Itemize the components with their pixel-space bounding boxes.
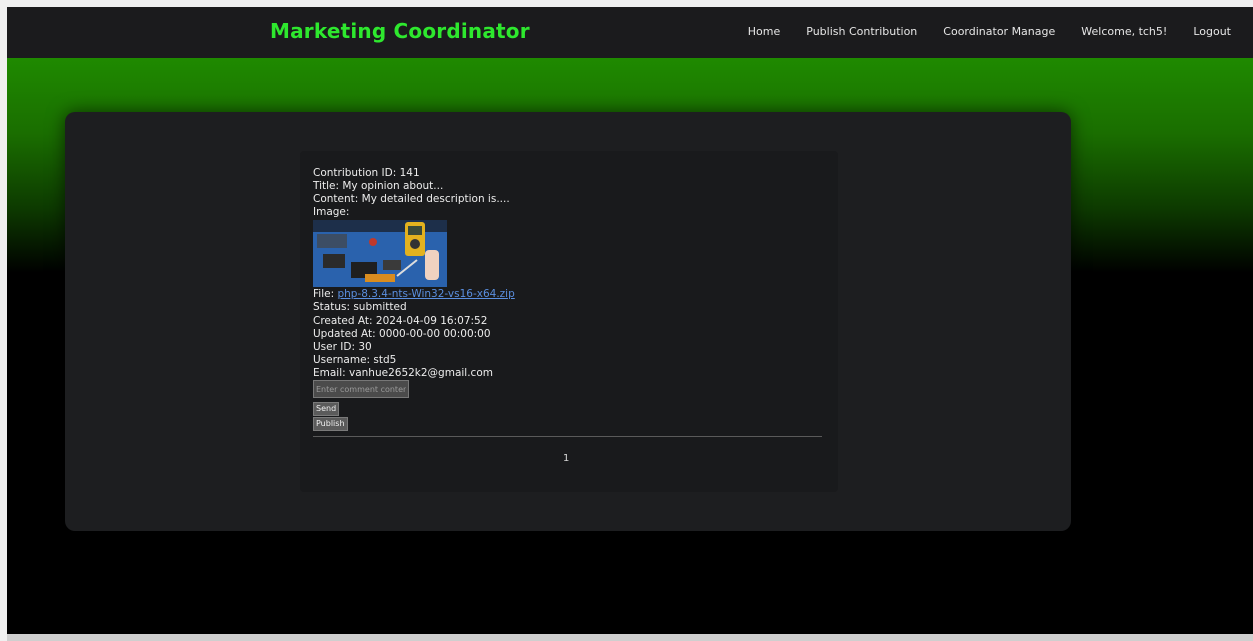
contribution-status: Status: submitted bbox=[313, 301, 407, 314]
contribution-title: Title: My opinion about... bbox=[313, 180, 444, 193]
comment-input[interactable] bbox=[313, 380, 409, 399]
contribution-id: Contribution ID: 141 bbox=[313, 167, 420, 179]
nav-home-link[interactable]: Home bbox=[748, 25, 780, 38]
nav-coordinator-manage-link[interactable]: Coordinator Manage bbox=[943, 25, 1055, 38]
file-label: File: bbox=[313, 288, 338, 301]
pagination-page-1[interactable]: 1 bbox=[563, 453, 569, 464]
nav-publish-contribution-link[interactable]: Publish Contribution bbox=[806, 25, 917, 38]
contribution-email: Email: vanhue2652k2@gmail.com bbox=[313, 366, 493, 379]
contribution-updated-at: Updated At: 0000-00-00 00:00:00 bbox=[313, 327, 491, 340]
nav-links: Home Publish Contribution Coordinator Ma… bbox=[748, 25, 1231, 38]
brand-title[interactable]: Marketing Coordinator bbox=[270, 19, 530, 43]
electronics-photo-icon bbox=[313, 220, 447, 288]
app-window: Marketing Coordinator Home Publish Contr… bbox=[7, 7, 1253, 634]
publish-button[interactable]: Publish bbox=[313, 417, 348, 432]
contribution-user-id: User ID: 30 bbox=[313, 340, 372, 353]
contribution-username: Username: std5 bbox=[313, 353, 397, 366]
send-comment-button[interactable]: Send bbox=[313, 402, 340, 417]
contribution-content: Content: My detailed description is.... bbox=[313, 193, 510, 206]
pagination-divider bbox=[313, 436, 822, 437]
top-navbar: Marketing Coordinator Home Publish Contr… bbox=[7, 7, 1253, 58]
file-row: File: php-8.3.4-nts-Win32-vs16-x64.zip bbox=[313, 288, 515, 301]
file-download-link[interactable]: php-8.3.4-nts-Win32-vs16-x64.zip bbox=[337, 288, 514, 300]
image-label: Image: bbox=[313, 206, 350, 219]
window-bottom-edge bbox=[7, 634, 1253, 641]
nav-logout-link[interactable]: Logout bbox=[1193, 25, 1231, 38]
contribution-image bbox=[313, 220, 447, 288]
contribution-created-at: Created At: 2024-04-09 16:07:52 bbox=[313, 314, 488, 327]
nav-welcome-user[interactable]: Welcome, tch5! bbox=[1081, 25, 1167, 38]
contribution-details: Contribution ID: 141 Title: My opinion a… bbox=[313, 167, 515, 432]
